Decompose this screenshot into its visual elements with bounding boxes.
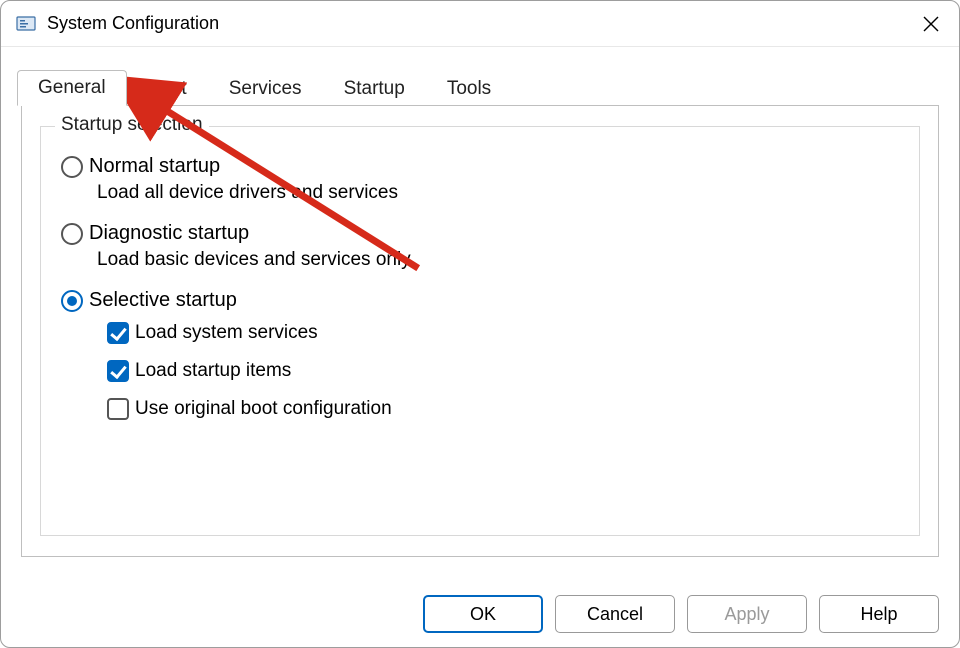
label-load-system-services: Load system services — [135, 322, 318, 344]
ok-button[interactable]: OK — [423, 595, 543, 633]
label-use-original-boot: Use original boot configuration — [135, 398, 392, 420]
radio-diagnostic-startup[interactable] — [61, 223, 83, 245]
tab-boot[interactable]: Boot — [127, 71, 208, 106]
check-load-system-services[interactable]: Load system services — [107, 322, 899, 344]
apply-button: Apply — [687, 595, 807, 633]
app-icon — [15, 13, 37, 35]
option-selective-startup[interactable]: Selective startup — [61, 289, 899, 312]
group-legend: Startup selection — [55, 114, 209, 136]
tabs: General Boot Services Startup Tools — [17, 67, 959, 105]
tab-tools[interactable]: Tools — [426, 71, 512, 106]
close-icon — [923, 16, 939, 32]
option-diagnostic-startup[interactable]: Diagnostic startup — [61, 222, 899, 245]
check-use-original-boot[interactable]: Use original boot configuration — [107, 398, 899, 420]
label-diagnostic-startup: Diagnostic startup — [89, 222, 249, 245]
window-title: System Configuration — [47, 13, 219, 34]
tab-services[interactable]: Services — [208, 71, 323, 106]
cancel-button[interactable]: Cancel — [555, 595, 675, 633]
label-load-startup-items: Load startup items — [135, 360, 291, 382]
check-load-startup-items[interactable]: Load startup items — [107, 360, 899, 382]
titlebar: System Configuration — [1, 1, 959, 47]
radio-selective-startup[interactable] — [61, 290, 83, 312]
tab-content: Startup selection Normal startup Load al… — [21, 105, 939, 557]
startup-selection-group: Startup selection Normal startup Load al… — [40, 126, 920, 536]
label-selective-startup: Selective startup — [89, 289, 237, 312]
close-button[interactable] — [907, 1, 955, 47]
desc-normal-startup: Load all device drivers and services — [97, 182, 899, 204]
tab-general[interactable]: General — [17, 70, 127, 106]
radio-normal-startup[interactable] — [61, 156, 83, 178]
system-configuration-window: System Configuration General Boot Servic… — [0, 0, 960, 648]
checkbox-load-system-services[interactable] — [107, 322, 129, 344]
desc-diagnostic-startup: Load basic devices and services only — [97, 249, 899, 271]
checkbox-load-startup-items[interactable] — [107, 360, 129, 382]
option-normal-startup[interactable]: Normal startup — [61, 155, 899, 178]
dialog-buttons: OK Cancel Apply Help — [423, 595, 939, 633]
checkbox-use-original-boot[interactable] — [107, 398, 129, 420]
startup-options: Normal startup Load all device drivers a… — [41, 127, 919, 446]
label-normal-startup: Normal startup — [89, 155, 220, 178]
tab-startup[interactable]: Startup — [323, 71, 426, 106]
help-button[interactable]: Help — [819, 595, 939, 633]
